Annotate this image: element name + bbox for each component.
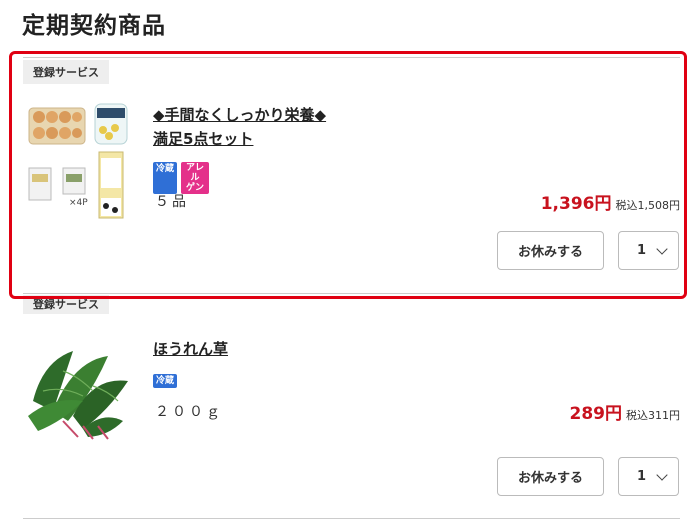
subscription-item: 登録サービス ×4P ◆手間なくしっかり栄養◆ 満足5点セット 冷蔵 アレル ゲ… bbox=[23, 57, 680, 294]
product-quantity: ５品 bbox=[155, 194, 189, 210]
product-name-link[interactable]: ◆手間なくしっかり栄養◆ 満足5点セット bbox=[153, 103, 413, 151]
quantity-value: 1 bbox=[637, 469, 647, 484]
price-with-tax: 税込1,508円 bbox=[615, 199, 681, 212]
pack-count-label: ×4P bbox=[69, 198, 88, 208]
page-title: 定期契約商品 bbox=[22, 13, 166, 39]
price-with-tax: 税込311円 bbox=[626, 409, 680, 422]
product-name-line2: 満足5点セット bbox=[153, 130, 254, 148]
product-image[interactable]: ×4P bbox=[25, 102, 131, 220]
chevron-down-icon bbox=[656, 468, 668, 481]
category-tag: 登録サービス bbox=[23, 295, 109, 314]
price-block: 289円 税込311円 bbox=[570, 399, 681, 424]
price: 1,396円 bbox=[540, 194, 612, 214]
price: 289円 bbox=[569, 404, 623, 424]
refrigerated-badge: 冷蔵 bbox=[153, 374, 178, 388]
quantity-select[interactable]: 1 bbox=[618, 231, 679, 270]
quantity-select[interactable]: 1 bbox=[618, 457, 679, 496]
product-name-link[interactable]: ほうれん草 bbox=[153, 337, 413, 361]
allergen-badge-line1: アレル bbox=[186, 163, 205, 183]
product-quantity: ２００ｇ bbox=[155, 404, 223, 420]
product-image[interactable] bbox=[23, 341, 135, 441]
category-tag: 登録サービス bbox=[23, 60, 109, 84]
quantity-value: 1 bbox=[637, 243, 647, 258]
product-name-line1: ◆手間なくしっかり栄養◆ bbox=[153, 106, 327, 124]
refrigerated-badge: 冷蔵 bbox=[153, 162, 178, 194]
skip-button[interactable]: お休みする bbox=[497, 457, 604, 496]
chevron-down-icon bbox=[656, 242, 668, 255]
allergen-badge[interactable]: アレル ゲン bbox=[181, 162, 210, 194]
subscription-item: 登録サービス ほうれん草 冷蔵 ２００ｇ 289円 税込311円 お休みする 1 bbox=[23, 293, 680, 519]
price-block: 1,396円 税込1,508円 bbox=[541, 189, 680, 214]
skip-button[interactable]: お休みする bbox=[497, 231, 604, 270]
